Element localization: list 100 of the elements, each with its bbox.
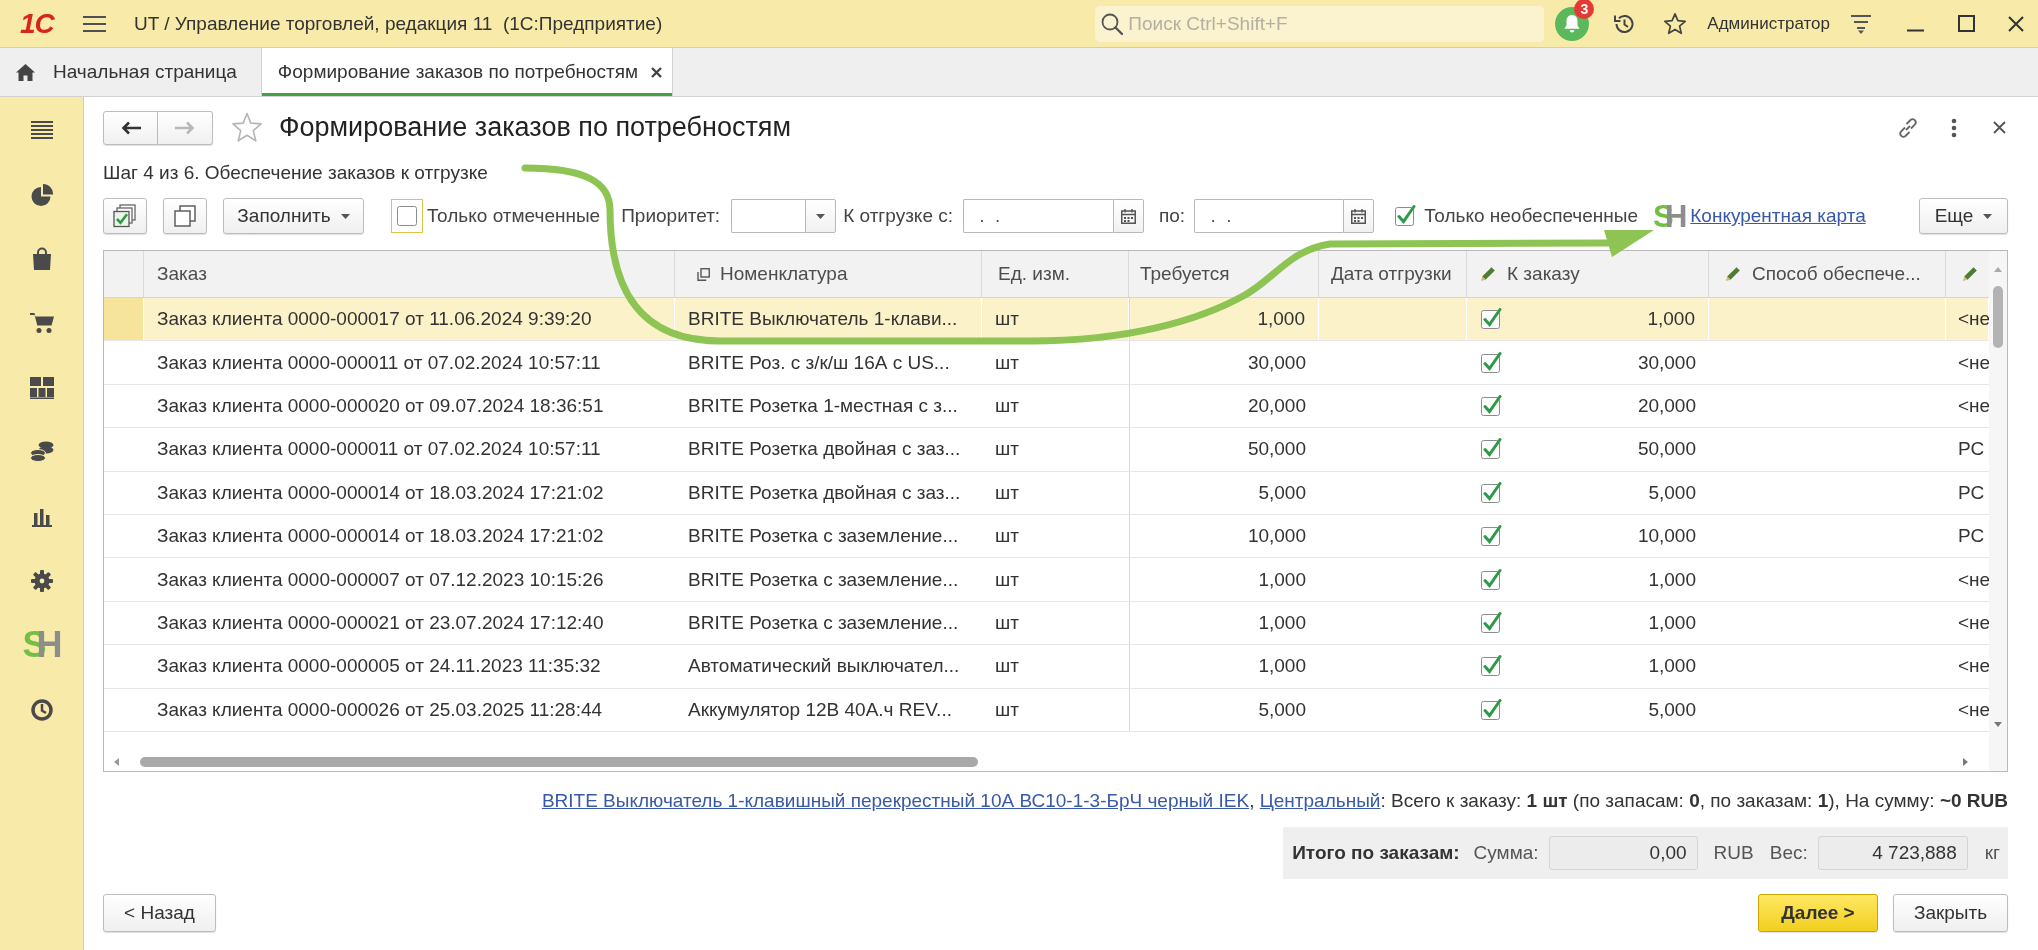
field-label: Сумма: — [1473, 841, 1539, 864]
table-row[interactable]: Заказ клиента 0000-000011 от 07.02.2024 10:57:11 BRITE Роз. с з/к/ш 16А с US... шт 30,000 30,000 <не — [104, 341, 1989, 385]
table-cell: 30,000 — [1129, 341, 1319, 384]
scrollbar-thumb[interactable] — [1993, 286, 2003, 348]
grid-icon[interactable] — [29, 376, 54, 399]
dropdown-button[interactable] — [805, 199, 837, 233]
scrollbar-thumb[interactable] — [140, 756, 978, 767]
table-cell-text: Заказ клиента 0000-000011 от 07.02.2024 10:57:11 — [156, 350, 602, 375]
star-icon[interactable] — [231, 112, 263, 143]
caret-icon — [340, 213, 350, 219]
table-row[interactable]: Заказ клиента 0000-000014 от 18.03.2024 17:21:02 BRITE Розетка двойная с заз... шт 5,000 5,000 РС — [104, 471, 1989, 515]
cart-icon[interactable] — [29, 312, 54, 335]
search-field[interactable]: Поиск Ctrl+Shift+F — [1095, 5, 1545, 42]
checkbox[interactable] — [1480, 350, 1502, 375]
table-cell-text: Заказ клиента 0000-000020 от 09.07.2024 18:36:51 — [156, 393, 605, 418]
scroll-down-icon[interactable] — [1994, 722, 2002, 727]
maximize-icon[interactable] — [1958, 15, 1975, 32]
table-cell-text: BRITE Роз. с з/к/ш 16А с US... — [687, 350, 951, 375]
link-icon[interactable] — [1896, 115, 1920, 140]
checkbox[interactable] — [1480, 567, 1502, 592]
fill-button[interactable]: Заполнить — [223, 198, 364, 234]
user-name[interactable]: Администратор — [1707, 13, 1830, 34]
checkbox[interactable] — [1480, 654, 1502, 679]
checkbox-label[interactable]: Только необеспеченные — [1424, 205, 1639, 227]
check-all-button[interactable] — [103, 198, 147, 234]
app-logo[interactable]: 1С — [20, 8, 62, 39]
more-button[interactable]: Еще — [1919, 198, 2008, 234]
vertical-scrollbar[interactable] — [1989, 251, 2007, 771]
close-button[interactable]: Закрыть — [1893, 893, 2008, 932]
column-header[interactable]: Способ обеспече... — [1709, 251, 1946, 297]
star-icon[interactable] — [1663, 11, 1688, 36]
list-icon[interactable] — [30, 120, 53, 141]
tab[interactable]: Начальная страница — [0, 48, 262, 96]
back-button[interactable] — [103, 110, 158, 145]
checkbox[interactable] — [1480, 524, 1502, 549]
sum-field[interactable]: 0,00 — [1548, 835, 1698, 870]
table-cell: 10,000 — [1129, 514, 1319, 558]
table-row[interactable]: Заказ клиента 0000-000021 от 23.07.2024 17:12:40 BRITE Розетка с заземление... шт 1,000 1,000 <не — [104, 601, 1989, 646]
caret-icon — [816, 213, 826, 219]
pie-chart-icon[interactable] — [30, 183, 53, 206]
column-header[interactable]: Заказ — [144, 251, 675, 297]
checkbox[interactable] — [1480, 697, 1502, 722]
link[interactable]: BRITE Выключатель 1-клавишный перекрестный 10А ВС10-1-3-БрЧ черный IEK — [541, 789, 1250, 811]
date-field[interactable]: . . — [1194, 199, 1344, 233]
weight-field[interactable]: 4 723,888 — [1817, 835, 1968, 870]
calendar-button[interactable] — [1113, 199, 1144, 233]
checkbox[interactable] — [396, 205, 418, 227]
clock-icon[interactable] — [30, 698, 53, 721]
close-icon[interactable] — [2008, 15, 2024, 32]
link[interactable]: Конкурентная карта — [1690, 205, 1866, 227]
table-row[interactable]: Заказ клиента 0000-000014 от 18.03.2024 17:21:02 BRITE Розетка с заземление... шт 10,000 10,000 РС — [104, 514, 1989, 559]
table-row[interactable]: Заказ клиента 0000-000017 от 11.06.2024 9:39:20 BRITE Выключатель 1-клави... шт 1,000 1,000 <не — [104, 298, 1989, 342]
checkbox[interactable] — [1394, 204, 1417, 228]
totals-label: Итого по заказам: — [1292, 841, 1460, 864]
date-field[interactable]: . . — [963, 199, 1113, 233]
search-icon — [1101, 12, 1124, 35]
table-cell-text: Заказ клиента 0000-000014 от 18.03.2024 17:21:02 — [156, 480, 605, 505]
table-cell: 5,000 — [1129, 471, 1319, 514]
close-icon[interactable] — [1993, 121, 2006, 134]
back-button[interactable]: < Назад — [103, 893, 216, 932]
checkbox[interactable] — [1480, 480, 1502, 505]
menu-dropdown-icon[interactable] — [1851, 13, 1871, 34]
scroll-right-icon[interactable] — [1963, 757, 1968, 766]
table-cell: 1,000 — [1648, 655, 1696, 678]
table-row[interactable]: Заказ клиента 0000-000026 от 25.03.2025 11:28:44 Аккумулятор 12В 40А.ч REV... шт 5,000 5,000 <не — [104, 688, 1989, 732]
column-header[interactable]: Дата отгрузки — [1319, 251, 1467, 297]
checkbox[interactable] — [1480, 307, 1502, 332]
bar-chart-icon[interactable] — [31, 506, 52, 527]
currency-label: RUB — [1713, 841, 1754, 864]
calendar-button[interactable] — [1343, 199, 1375, 233]
shopping-bag-icon[interactable] — [31, 247, 52, 271]
more-icon[interactable] — [1951, 117, 1957, 138]
table-cell-text: шт — [994, 654, 1020, 679]
tab[interactable]: Формирование заказов по потребностям — [261, 48, 674, 96]
table-cell-text: Заказ клиента 0000-000014 от 18.03.2024 17:21:02 — [156, 524, 605, 549]
table-row[interactable]: Заказ клиента 0000-000005 от 24.11.2023 11:35:32 Автоматический выключател... шт 1,000 1,000 <не — [104, 645, 1989, 689]
table-row[interactable]: Заказ клиента 0000-000011 от 07.02.2024 10:57:11 BRITE Розетка двойная с заз... шт 50,000 50,000 РС — [104, 428, 1989, 472]
selection-summary: BRITE Выключатель 1-клавишный перекрестный 10А ВС10-1-3-БрЧ черный IEK, Центральный: Всего к заказу: 1 шт (по запасам: 0, по заказам: 1), На сумму: ~0 RUB — [540, 790, 2008, 811]
checkbox[interactable] — [1480, 610, 1502, 635]
close-icon[interactable] — [651, 66, 663, 78]
checkbox[interactable] — [1480, 393, 1502, 418]
link[interactable]: Центральный — [1259, 789, 1381, 811]
uncheck-all-button[interactable] — [163, 198, 207, 234]
scroll-left-icon[interactable] — [114, 757, 119, 766]
table-cell: шт — [982, 298, 1129, 341]
table-cell: 5,000 — [1648, 481, 1696, 504]
table-cell: 1,000 — [1647, 308, 1695, 331]
next-button[interactable]: Далее > — [1758, 893, 1878, 932]
caret-icon — [1983, 213, 1993, 219]
checkbox-label[interactable]: Только отмеченные — [427, 205, 601, 227]
checkbox[interactable] — [1480, 437, 1502, 462]
column-header[interactable]: Требуется — [1129, 251, 1319, 297]
table-row[interactable]: Заказ клиента 0000-000007 от 07.12.2023 10:15:26 BRITE Розетка с заземление... шт 1,000 1,000 <не — [104, 558, 1989, 602]
coins-icon[interactable] — [29, 441, 54, 464]
table-row[interactable]: Заказ клиента 0000-000020 от 09.07.2024 18:36:51 BRITE Розетка 1-местная с з... шт 20,000 20,000 <не — [104, 384, 1989, 429]
column-header[interactable]: Номенклатура — [675, 251, 982, 297]
table-cell: 5,000 — [1129, 688, 1319, 731]
menu-icon[interactable] — [83, 14, 106, 33]
priority-field[interactable] — [731, 199, 806, 233]
column-header[interactable]: Ед. изм. — [982, 251, 1129, 297]
